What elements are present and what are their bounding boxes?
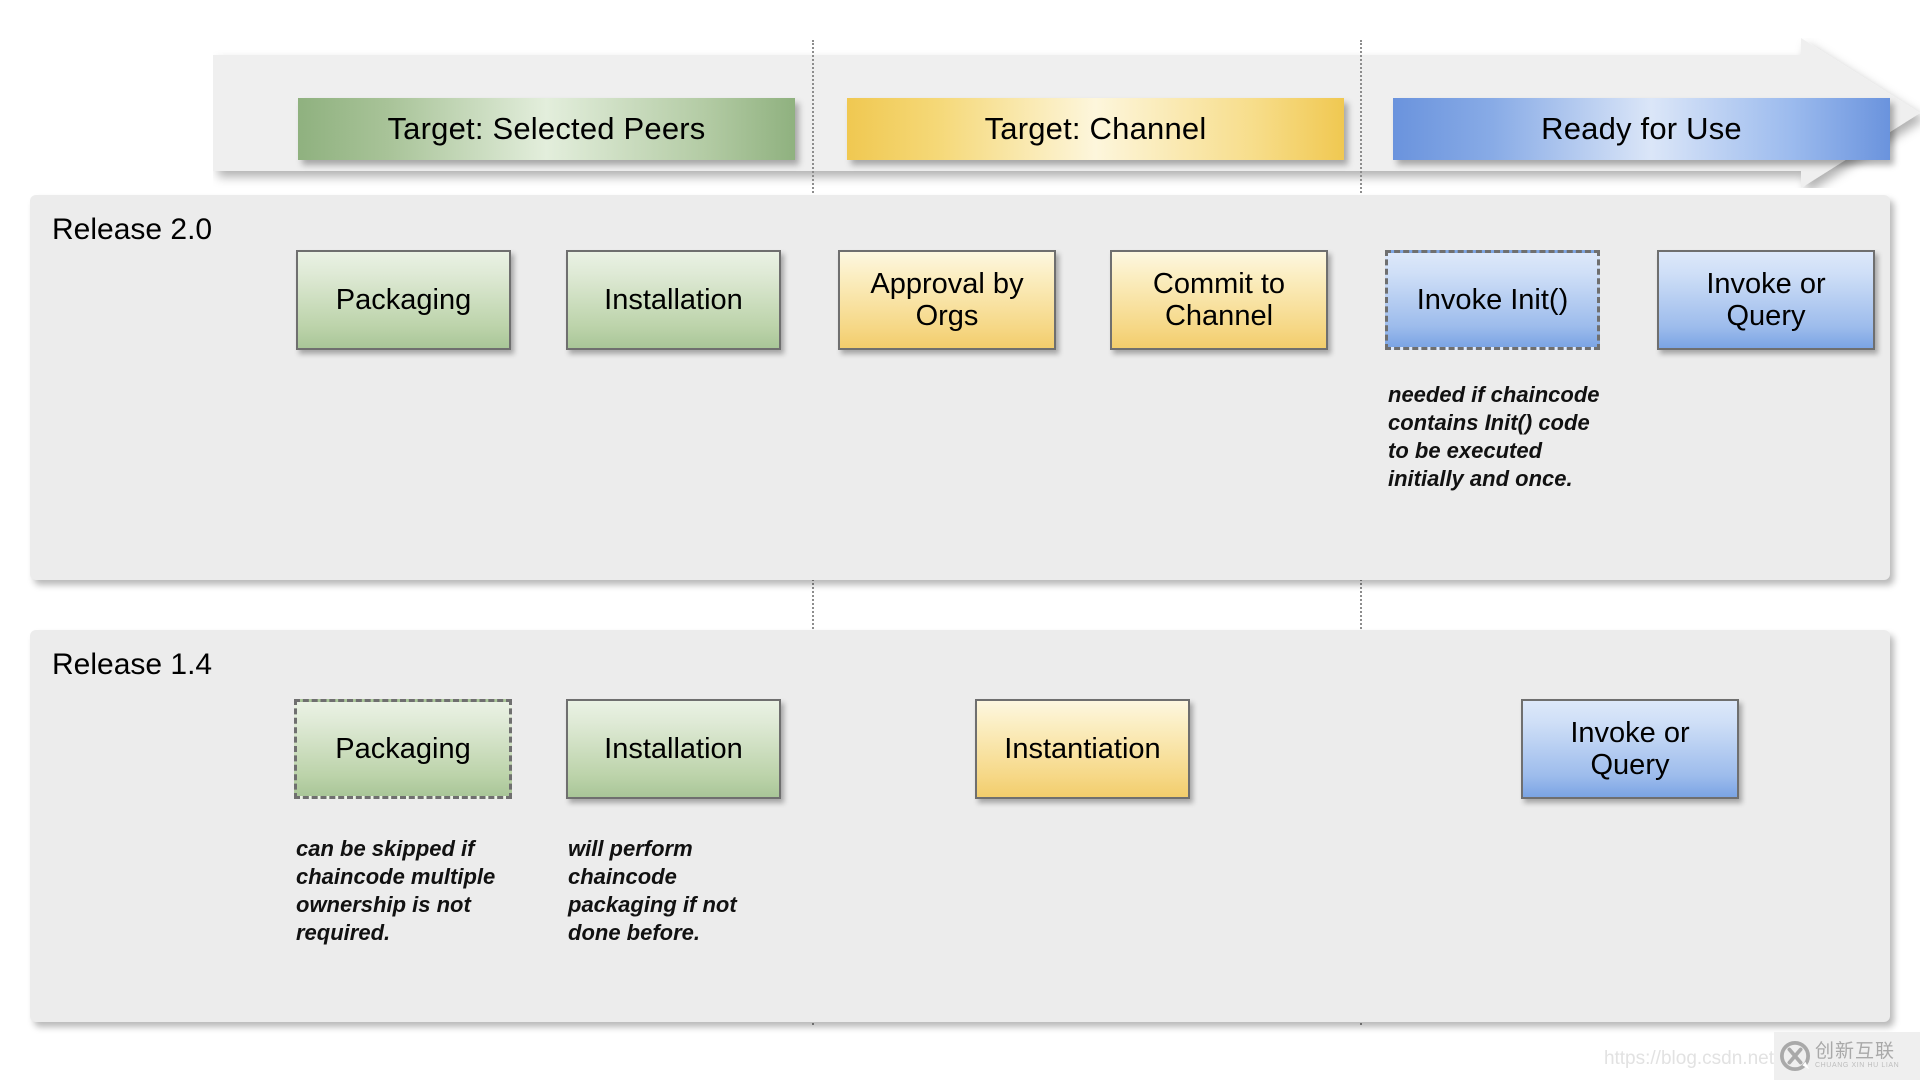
phase-banner-channel: Target: Channel	[847, 98, 1344, 160]
process-box-packaging[interactable]: Packaging	[294, 699, 512, 799]
watermark-brand-pinyin: CHUANG XIN HU LIAN	[1815, 1061, 1900, 1069]
caption-packaging-note: can be skipped if chaincode multiple own…	[296, 836, 496, 945]
process-box-label: Invoke or Query	[1706, 267, 1826, 332]
release-label: Release 1.4	[52, 648, 213, 681]
process-box-invoke-or-query[interactable]: Invoke or Query	[1657, 250, 1875, 350]
process-box-label: Invoke Init()	[1416, 283, 1569, 316]
phase-banner-ready-for-use: Ready for Use	[1393, 98, 1890, 160]
phase-banner-label: Ready for Use	[1541, 111, 1742, 146]
process-box-invoke-or-query[interactable]: Invoke or Query	[1521, 699, 1739, 799]
process-box-approval-by-orgs[interactable]: Approval by Orgs	[838, 250, 1056, 350]
phase-banner-label: Target: Channel	[984, 111, 1207, 146]
process-box-label: Approval by Orgs	[870, 267, 1024, 332]
caption-installation-note: will perform chaincode packaging if not …	[568, 836, 737, 945]
caption-invoke-init-note: needed if chaincode contains Init() code…	[1388, 382, 1600, 491]
process-box-commit-to-channel[interactable]: Commit to Channel	[1110, 250, 1328, 350]
phase-banner-selected-peers: Target: Selected Peers	[298, 98, 795, 160]
release-row-2-0: Release 2.0 Packaging Installation Appro…	[30, 195, 1890, 580]
process-box-instantiation[interactable]: Instantiation	[975, 699, 1190, 799]
release-row-1-4: Release 1.4 Packaging Installation Insta…	[30, 630, 1890, 1022]
release-label: Release 2.0	[52, 213, 213, 246]
process-box-label: Invoke or Query	[1570, 716, 1690, 781]
phase-arrow-band: Target: Selected Peers Target: Channel R…	[213, 38, 1920, 188]
phase-banner-label: Target: Selected Peers	[387, 111, 706, 146]
process-box-label: Packaging	[335, 732, 471, 765]
process-box-label: Installation	[604, 283, 743, 316]
process-box-label: Commit to Channel	[1152, 267, 1286, 332]
watermark-url: https://blog.csdn.net	[1603, 1048, 1774, 1069]
process-box-packaging[interactable]: Packaging	[296, 250, 511, 350]
process-box-installation[interactable]: Installation	[566, 250, 781, 350]
process-box-installation[interactable]: Installation	[566, 699, 781, 799]
watermark-logo: 创新互联 CHUANG XIN HU LIAN	[1774, 1032, 1920, 1080]
process-box-invoke-init[interactable]: Invoke Init()	[1385, 250, 1600, 350]
process-box-label: Installation	[604, 732, 743, 765]
process-box-label: Instantiation	[1004, 732, 1161, 765]
process-box-label: Packaging	[335, 283, 472, 316]
watermark-brand: 创新互联 CHUANG XIN HU LIAN	[1815, 1042, 1899, 1071]
watermark-brand-cn: 创新互联	[1815, 1040, 1896, 1062]
circle-x-logo-icon	[1780, 1041, 1810, 1071]
